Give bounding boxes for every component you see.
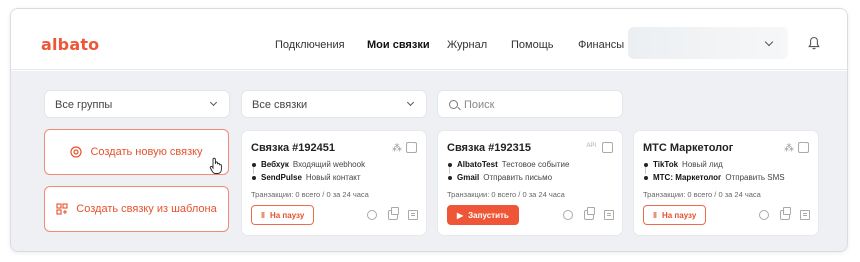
settings-icon[interactable]: [367, 210, 377, 220]
pause-icon: ‖: [261, 210, 265, 220]
trigger-step: AlbatoTest Тестовое событие: [447, 160, 569, 169]
share-icon[interactable]: ⁂: [784, 143, 794, 154]
template-icon: [56, 203, 68, 215]
bundle-card[interactable]: МТС Маркетолог ⁂ TikTok Новый лид МТС: Ма…: [633, 130, 819, 236]
bundles-select[interactable]: Все связки: [241, 90, 427, 118]
bundle-checkbox[interactable]: [602, 142, 613, 153]
search-placeholder: Поиск: [464, 99, 495, 111]
bundle-card[interactable]: Связка #192315 API AlbatoTest Тестовое со…: [437, 130, 623, 236]
action-step: МТС: Маркетолог Отправить SMS: [643, 173, 785, 182]
bundle-title: МТС Маркетолог: [643, 142, 734, 154]
api-badge: API: [586, 143, 596, 149]
settings-icon[interactable]: [759, 210, 769, 220]
pause-button[interactable]: ‖ На паузу: [251, 205, 315, 225]
run-button[interactable]: ▶ Запустить: [447, 205, 519, 225]
play-icon: ▶: [457, 210, 464, 220]
albato-logo[interactable]: albato: [41, 35, 99, 54]
copy-icon[interactable]: [584, 207, 595, 220]
bundles-select-value: Все связки: [252, 99, 308, 111]
create-from-template-label: Создать связку из шаблона: [76, 203, 217, 215]
log-icon[interactable]: [408, 210, 418, 220]
log-icon[interactable]: [604, 210, 614, 220]
bundle-checkbox[interactable]: [798, 142, 809, 153]
nav-journal[interactable]: Журнал: [447, 39, 487, 51]
groups-select[interactable]: Все группы: [44, 90, 230, 118]
share-icon[interactable]: ⁂: [392, 143, 402, 154]
bundle-title: Связка #192451: [251, 142, 335, 154]
nav-connections[interactable]: Подключения: [275, 39, 345, 51]
bundle-card[interactable]: Связка #192451 ⁂ Вебхук Входящий webhook …: [241, 130, 427, 236]
create-from-template-button[interactable]: Создать связку из шаблона: [44, 186, 229, 232]
trigger-step: TikTok Новый лид: [643, 160, 723, 169]
copy-icon[interactable]: [388, 207, 399, 220]
nav-help[interactable]: Помощь: [511, 39, 554, 51]
action-step: Gmail Отправить письмо: [447, 173, 552, 182]
bundle-checkbox[interactable]: [406, 142, 417, 153]
transactions-text: Транзакции: 0 всего / 0 за 24 часа: [251, 190, 369, 199]
nav-my-bundles[interactable]: Мои связки: [367, 39, 430, 51]
copy-icon[interactable]: [780, 207, 791, 220]
plus-circle-icon: [70, 146, 83, 158]
app-window: albato Подключения Мои связки Журнал Пом…: [10, 8, 848, 252]
account-menu[interactable]: [628, 27, 788, 59]
pause-icon: ‖: [653, 210, 657, 220]
chevron-down-icon: [209, 98, 218, 107]
action-step: SendPulse Новый контакт: [251, 173, 361, 182]
pause-button[interactable]: ‖ На паузу: [643, 205, 707, 225]
transactions-text: Транзакции: 0 всего / 0 за 24 часа: [447, 190, 565, 199]
create-new-bundle-label: Создать новую связку: [90, 146, 203, 158]
search-input[interactable]: Поиск: [437, 90, 623, 118]
bell-icon[interactable]: [808, 36, 820, 50]
search-icon: [449, 100, 458, 109]
chevron-down-icon: [406, 98, 415, 107]
groups-select-value: Все группы: [55, 99, 113, 111]
transactions-text: Транзакции: 0 всего / 0 за 24 часа: [643, 190, 761, 199]
log-icon[interactable]: [800, 210, 810, 220]
settings-icon[interactable]: [563, 210, 573, 220]
hand-cursor-icon: [209, 157, 222, 174]
trigger-step: Вебхук Входящий webhook: [251, 160, 365, 169]
top-header: albato Подключения Мои связки Журнал Пом…: [11, 9, 847, 70]
nav-finance[interactable]: Финансы: [578, 39, 624, 51]
bundle-title: Связка #192315: [447, 142, 531, 154]
create-new-bundle-button[interactable]: Создать новую связку: [44, 129, 229, 175]
